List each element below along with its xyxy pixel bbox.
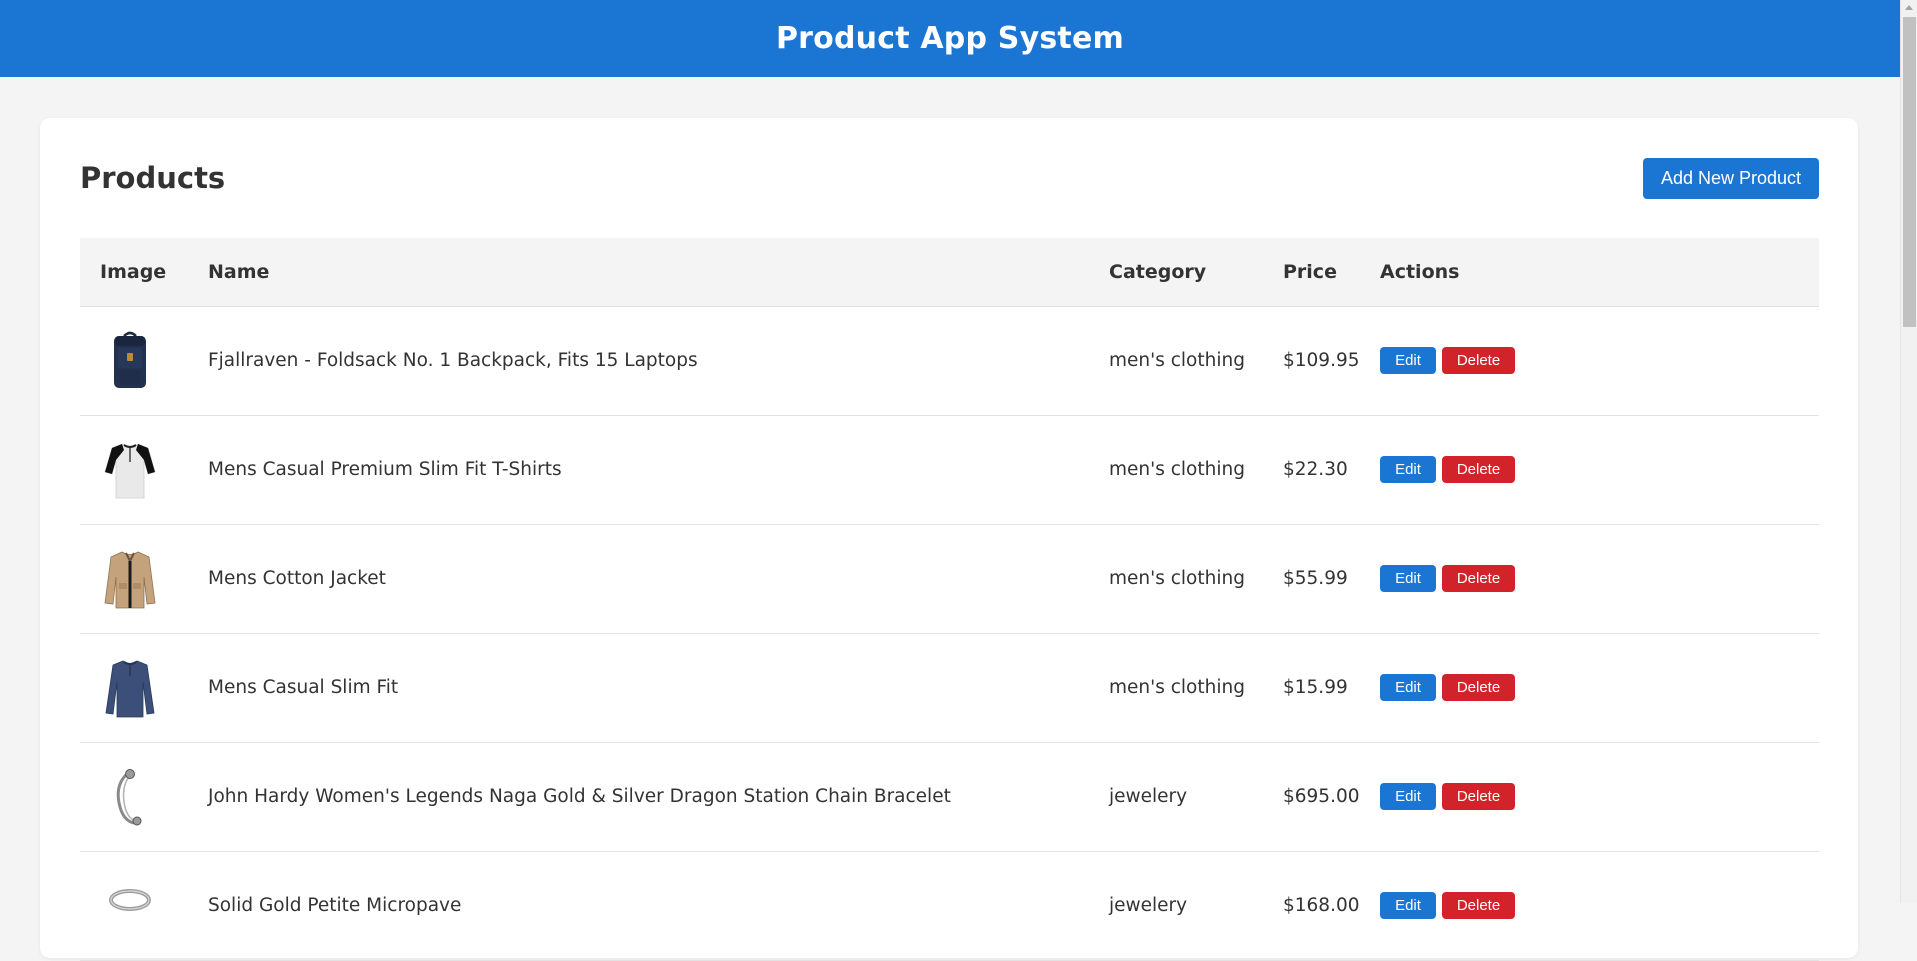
delete-button[interactable]: Delete bbox=[1442, 783, 1515, 810]
header-actions: Actions bbox=[1360, 238, 1819, 307]
table-row: Mens Casual Slim Fit men's clothing $15.… bbox=[80, 633, 1819, 743]
product-price: $22.30 bbox=[1263, 415, 1360, 525]
product-category: men's clothing bbox=[1089, 524, 1263, 634]
product-category: jewelery bbox=[1089, 851, 1263, 961]
product-price: $168.00 bbox=[1263, 851, 1360, 961]
jacket-icon bbox=[104, 551, 156, 608]
table-row: Fjallraven - Foldsack No. 1 Backpack, Fi… bbox=[80, 306, 1819, 416]
product-name: John Hardy Women's Legends Naga Gold & S… bbox=[188, 742, 1089, 852]
card-header: Products Add New Product bbox=[80, 156, 1819, 200]
product-category: men's clothing bbox=[1089, 306, 1263, 416]
product-category: men's clothing bbox=[1089, 633, 1263, 743]
product-price: $55.99 bbox=[1263, 524, 1360, 634]
scrollbar-thumb[interactable] bbox=[1903, 17, 1916, 327]
product-name: Solid Gold Petite Micropave bbox=[188, 851, 1089, 961]
product-name: Mens Cotton Jacket bbox=[188, 524, 1089, 634]
product-name: Fjallraven - Foldsack No. 1 Backpack, Fi… bbox=[188, 306, 1089, 416]
delete-button[interactable]: Delete bbox=[1442, 456, 1515, 483]
backpack-icon bbox=[114, 331, 146, 388]
product-name: Mens Casual Slim Fit bbox=[188, 633, 1089, 743]
edit-button[interactable]: Edit bbox=[1380, 674, 1436, 701]
delete-button[interactable]: Delete bbox=[1442, 892, 1515, 919]
page-scrollbar[interactable] bbox=[1900, 0, 1917, 903]
product-price: $15.99 bbox=[1263, 633, 1360, 743]
delete-button[interactable]: Delete bbox=[1442, 347, 1515, 374]
edit-button[interactable]: Edit bbox=[1380, 892, 1436, 919]
table-row: John Hardy Women's Legends Naga Gold & S… bbox=[80, 742, 1819, 852]
page-title: Products bbox=[80, 161, 226, 195]
product-name: Mens Casual Premium Slim Fit T-Shirts bbox=[188, 415, 1089, 525]
table-row: Mens Casual Premium Slim Fit T-Shirts me… bbox=[80, 415, 1819, 525]
longsleeve-icon bbox=[105, 660, 155, 717]
bracelet-icon bbox=[116, 768, 142, 825]
edit-button[interactable]: Edit bbox=[1380, 347, 1436, 374]
app-header: Product App System bbox=[0, 0, 1900, 77]
products-table: Image Name Category Price Actions Fjallr… bbox=[80, 238, 1819, 961]
ring-icon bbox=[109, 888, 151, 911]
edit-button[interactable]: Edit bbox=[1380, 456, 1436, 483]
scroll-up-arrow-icon[interactable] bbox=[1905, 5, 1913, 10]
delete-button[interactable]: Delete bbox=[1442, 565, 1515, 592]
tshirt-icon bbox=[104, 443, 156, 498]
product-price: $695.00 bbox=[1263, 742, 1360, 852]
edit-button[interactable]: Edit bbox=[1380, 783, 1436, 810]
edit-button[interactable]: Edit bbox=[1380, 565, 1436, 592]
product-price: $109.95 bbox=[1263, 306, 1360, 416]
table-row: Mens Cotton Jacket men's clothing $55.99… bbox=[80, 524, 1819, 634]
delete-button[interactable]: Delete bbox=[1442, 674, 1515, 701]
products-card: Products Add New Product Image Name Cate… bbox=[40, 118, 1858, 961]
header-category: Category bbox=[1089, 238, 1263, 307]
table-header-row: Image Name Category Price Actions bbox=[80, 238, 1819, 307]
table-row: Solid Gold Petite Micropave jewelery $16… bbox=[80, 851, 1819, 961]
product-category: jewelery bbox=[1089, 742, 1263, 852]
product-category: men's clothing bbox=[1089, 415, 1263, 525]
app-title: Product App System bbox=[776, 21, 1124, 56]
header-price: Price bbox=[1263, 238, 1360, 307]
header-name: Name bbox=[188, 238, 1089, 307]
header-image: Image bbox=[80, 238, 188, 307]
add-new-product-button[interactable]: Add New Product bbox=[1643, 157, 1819, 199]
